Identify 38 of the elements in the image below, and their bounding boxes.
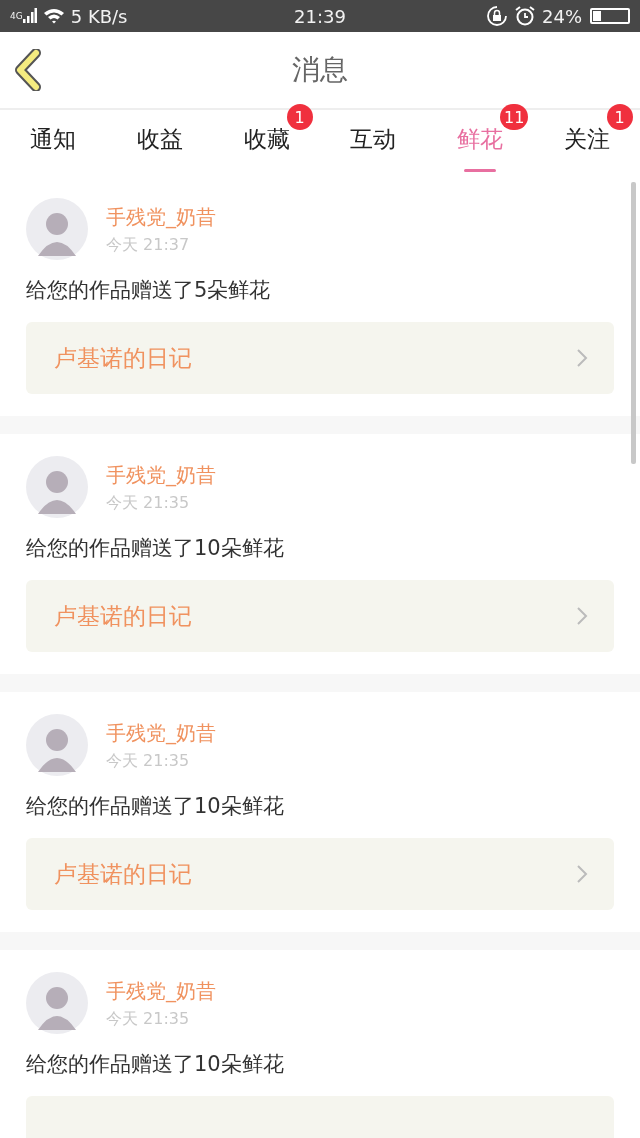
tab-underline [464,169,496,172]
message-text: 给您的作品赠送了10朵鲜花 [26,1051,285,1078]
network-speed: 5 KB/s [70,5,128,27]
count-badge: 1 [606,104,633,130]
message-text: 给您的作品赠送了5朵鲜花 [26,277,272,304]
user-name[interactable]: 手残党_奶昔 [106,720,216,747]
count-badge: 11 [500,104,529,130]
network-label: 4G [10,10,23,21]
chevron-right-icon [576,864,588,884]
chevron-right-icon [576,606,588,626]
back-icon [14,49,44,91]
count-badge: 1 [286,104,313,130]
wifi-icon [42,8,65,24]
avatar-icon [26,198,88,260]
battery-icon [590,8,630,24]
battery-percent: 24% [542,5,582,27]
clock: 21:39 [294,5,346,27]
page-title: 消息 [292,52,348,88]
user-name[interactable]: 手残党_奶昔 [106,462,216,489]
tab[interactable]: 通知 [30,115,77,163]
tab[interactable]: 鲜花 [457,115,503,163]
back-button[interactable] [14,49,44,91]
message-text: 给您的作品赠送了10朵鲜花 [26,535,285,562]
user-name[interactable]: 手残党_奶昔 [106,978,216,1005]
alarm-icon [514,5,536,27]
work-link[interactable]: 卢基诺的日记 [26,580,614,652]
signal-icon [22,8,37,24]
avatar-icon [26,714,88,776]
avatar-icon [26,972,88,1034]
work-link[interactable]: 卢基诺的日记 [26,838,614,910]
avatar-icon [26,456,88,518]
user-name[interactable]: 手残党_奶昔 [106,204,216,231]
rotation-lock-icon [486,5,508,27]
work-link[interactable]: 卢基诺的日记 [26,322,614,394]
tab[interactable]: 互动 [350,115,397,163]
chevron-right-icon [576,348,588,368]
tab[interactable]: 收益 [137,115,183,163]
message-text: 给您的作品赠送了10朵鲜花 [26,793,285,820]
